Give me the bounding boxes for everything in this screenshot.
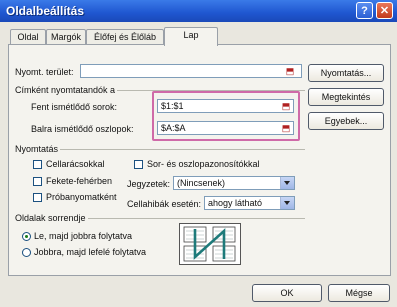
print-button[interactable]: Nyomtatás...: [308, 64, 384, 82]
rows-to-repeat-label: Fent ismétlődő sorok:: [31, 102, 118, 112]
down-then-over-label: Le, majd jobbra folytatva: [34, 231, 133, 241]
cell-errors-label: Cellahibák esetén:: [127, 199, 202, 209]
comments-value: (Nincsenek): [177, 178, 226, 188]
tab-sheet[interactable]: Lap: [164, 27, 218, 46]
gridlines-checkbox[interactable]: [33, 160, 42, 169]
collapse-dialog-icon[interactable]: ⬒: [283, 65, 297, 77]
draft-quality-label: Próbanyomatként: [46, 192, 117, 202]
cancel-button[interactable]: Mégse: [328, 284, 390, 302]
title-bar: Oldalbeállítás ? ✕: [0, 0, 397, 22]
over-then-down-label: Jobbra, majd lefelé folytatva: [34, 247, 147, 257]
black-white-checkbox[interactable]: [33, 177, 42, 186]
cell-errors-select[interactable]: ahogy látható: [204, 196, 295, 210]
comments-select[interactable]: (Nincsenek): [173, 176, 295, 190]
close-button[interactable]: ✕: [376, 2, 393, 19]
comments-label: Jegyzetek:: [127, 179, 171, 189]
tab-page[interactable]: Oldal: [10, 29, 46, 45]
draft-quality-checkbox[interactable]: [33, 193, 42, 202]
print-area-field[interactable]: [80, 64, 302, 78]
tab-margins[interactable]: Margók: [46, 29, 86, 45]
row-col-headers-label: Sor- és oszlopazonosítókkal: [147, 159, 260, 169]
page-order-preview: [179, 223, 241, 265]
over-then-down-radio[interactable]: [22, 248, 31, 257]
order-group-title: Oldalak sorrendje: [15, 213, 88, 223]
options-button[interactable]: Egyebek...: [308, 112, 384, 130]
page-setup-dialog: Oldalbeállítás ? ✕ Oldal Margók Élőfej é…: [0, 0, 397, 307]
cell-errors-value: ahogy látható: [208, 198, 263, 208]
chevron-down-icon[interactable]: [280, 177, 294, 189]
gridlines-label: Cellarácsokkal: [46, 159, 105, 169]
help-button[interactable]: ?: [356, 2, 373, 19]
titles-group-title: Címként nyomtatandók a: [15, 85, 118, 95]
tab-header-footer[interactable]: Élőfej és Élőláb: [86, 29, 164, 45]
print-group-title: Nyomtatás: [15, 144, 61, 154]
columns-to-repeat-field[interactable]: $A:$A: [157, 121, 294, 135]
collapse-dialog-icon[interactable]: ⬒: [279, 122, 293, 134]
dialog-title: Oldalbeállítás: [6, 4, 85, 18]
page-order-diagram-icon: [183, 226, 236, 262]
columns-to-repeat-label: Balra ismétlődő oszlopok:: [31, 124, 134, 134]
rows-to-repeat-field[interactable]: $1:$1: [157, 99, 294, 113]
down-then-over-radio[interactable]: [22, 232, 31, 241]
row-col-headers-checkbox[interactable]: [134, 160, 143, 169]
collapse-dialog-icon[interactable]: ⬒: [279, 100, 293, 112]
black-white-label: Fekete-fehérben: [46, 176, 113, 186]
ok-button[interactable]: OK: [252, 284, 322, 302]
print-preview-button[interactable]: Megtekintés: [308, 88, 384, 106]
print-area-label: Nyomt. terület:: [15, 67, 74, 77]
chevron-down-icon[interactable]: [280, 197, 294, 209]
